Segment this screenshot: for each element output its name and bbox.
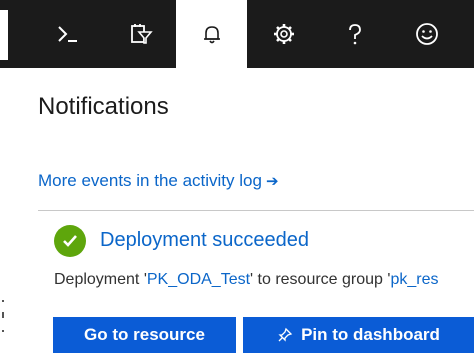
activity-log-link-label: More events in the activity log bbox=[38, 171, 262, 190]
pin-icon bbox=[278, 327, 293, 342]
pin-to-dashboard-button[interactable]: Pin to dashboard bbox=[243, 317, 474, 353]
activity-log-link[interactable]: More events in the activity log ➔ bbox=[38, 171, 279, 191]
divider bbox=[38, 210, 474, 211]
notification-description: Deployment 'PK_ODA_Test' to resource gro… bbox=[54, 271, 438, 289]
directory-filter-button[interactable] bbox=[112, 0, 168, 68]
left-edge-panel bbox=[0, 68, 8, 108]
go-to-resource-label: Go to resource bbox=[84, 325, 205, 344]
feedback-button[interactable] bbox=[399, 0, 455, 68]
notifications-button[interactable] bbox=[176, 0, 247, 68]
deployment-link[interactable]: PK_ODA_Test bbox=[147, 271, 250, 288]
search-box-edge[interactable] bbox=[0, 10, 8, 60]
desc-middle: ' to resource group ' bbox=[250, 271, 391, 288]
desc-prefix: Deployment ' bbox=[54, 271, 147, 288]
arrow-right-icon: ➔ bbox=[265, 173, 279, 190]
directory-filter-icon bbox=[131, 24, 153, 44]
left-edge-fragment bbox=[0, 290, 6, 350]
top-bar bbox=[0, 0, 474, 68]
settings-button[interactable] bbox=[256, 0, 312, 68]
bell-icon bbox=[203, 26, 220, 44]
go-to-resource-button[interactable]: Go to resource bbox=[53, 317, 236, 353]
page-title: Notifications bbox=[38, 93, 169, 120]
resource-group-link[interactable]: pk_res bbox=[390, 271, 438, 288]
success-check-icon bbox=[54, 225, 86, 257]
gear-icon bbox=[274, 24, 294, 44]
feedback-smiley-icon bbox=[416, 23, 438, 45]
help-button[interactable] bbox=[327, 0, 383, 68]
notification-title[interactable]: Deployment succeeded bbox=[100, 229, 309, 252]
help-icon bbox=[349, 24, 361, 45]
pin-to-dashboard-label: Pin to dashboard bbox=[301, 325, 440, 344]
cloud-shell-icon bbox=[58, 26, 77, 42]
cloud-shell-button[interactable] bbox=[40, 0, 96, 68]
